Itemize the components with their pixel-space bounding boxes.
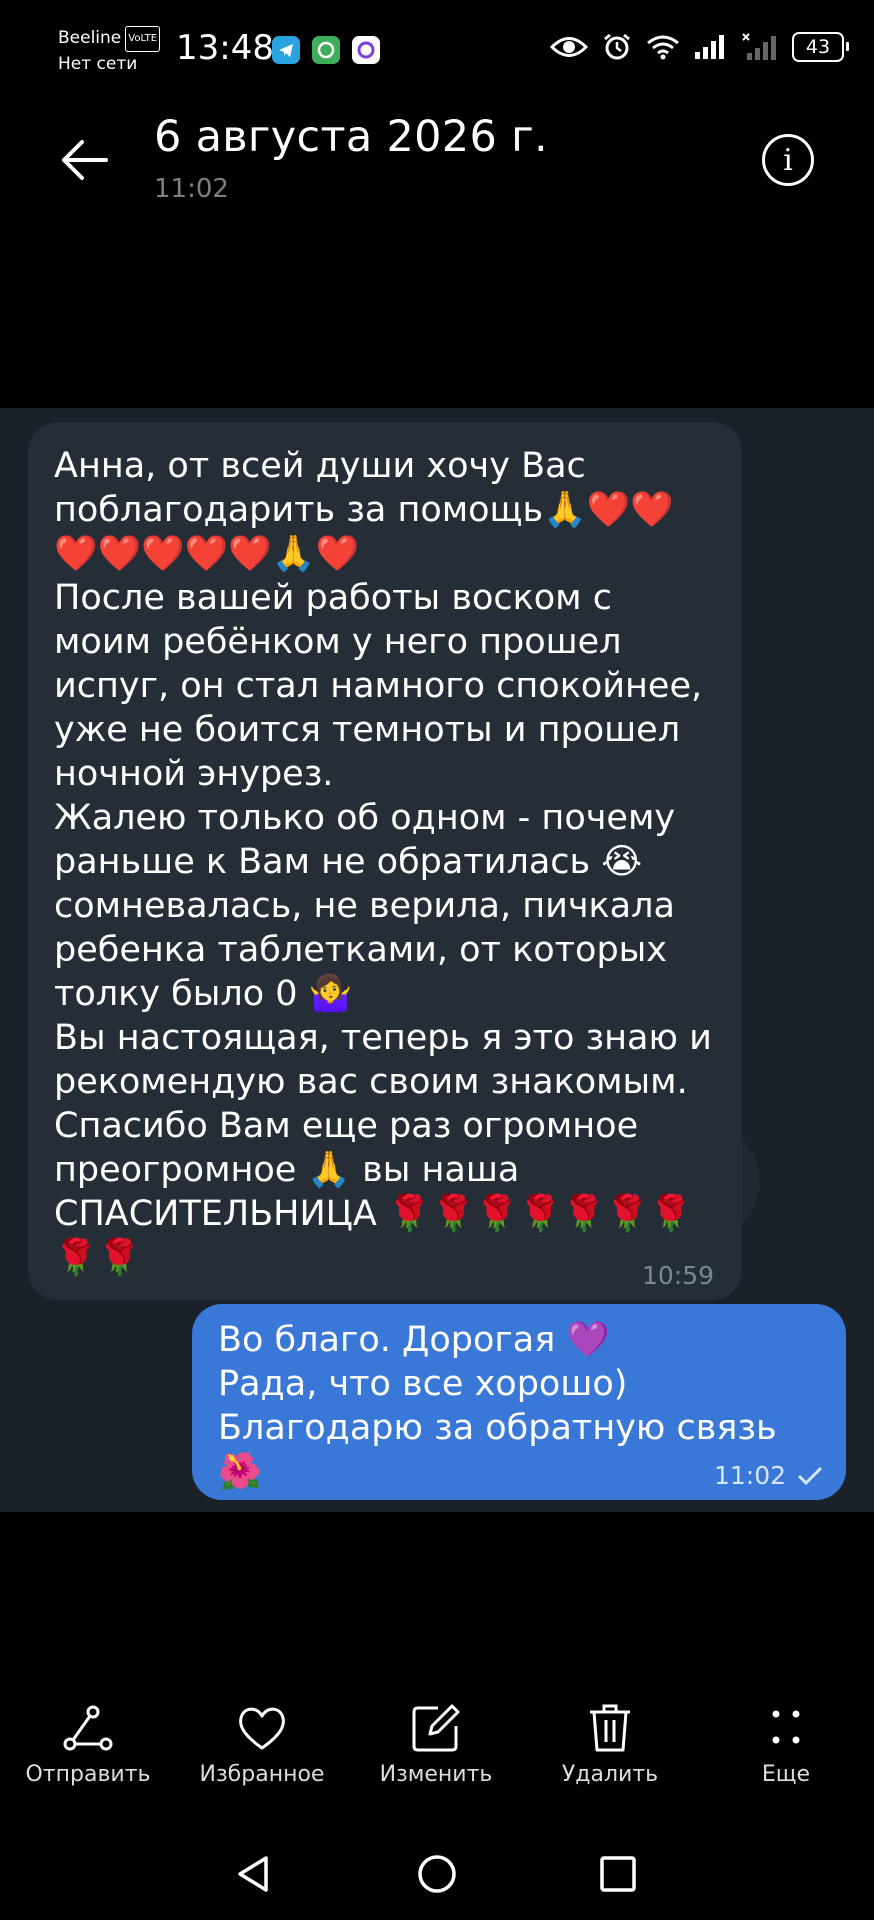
status-bar: Beeline VoLTE Нет сети 13:48 43 (0, 0, 874, 100)
network-status: Нет сети (58, 54, 138, 74)
page-title: 6 августа 2026 г. (154, 112, 548, 162)
more-button[interactable]: Еще (706, 1700, 866, 1787)
status-time: 13:48 (176, 28, 274, 68)
delete-button[interactable]: Удалить (530, 1700, 690, 1787)
incoming-message-time: 10:59 (641, 1261, 714, 1290)
whatsapp-like-icon (312, 36, 340, 64)
back-button[interactable] (56, 130, 116, 190)
share-icon (63, 1705, 113, 1751)
carrier-name: Beeline (58, 28, 122, 48)
incoming-message-text: Анна, от всей души хочу Вас поблагодарит… (54, 446, 712, 1278)
message-header: 6 августа 2026 г. 11:02 i (0, 100, 874, 220)
outgoing-message: Во благо. Дорогая 💜 Рада, что все хорошо… (192, 1304, 846, 1500)
eye-icon (550, 37, 588, 57)
nav-recents-button[interactable] (596, 1852, 640, 1896)
check-icon (797, 1466, 823, 1485)
more-label: Еще (761, 1762, 811, 1787)
triangle-back-icon (238, 1856, 268, 1892)
nav-back-button[interactable] (232, 1852, 276, 1896)
telegram-icon (272, 36, 300, 64)
carrier-info: Beeline VoLTE Нет сети (58, 26, 161, 76)
chat-image: Анна, от всей души хочу Вас поблагодарит… (0, 408, 874, 1512)
arrow-left-icon (62, 140, 108, 180)
nav-home-button[interactable] (415, 1852, 459, 1896)
trash-icon (590, 1704, 630, 1752)
system-nav-bar (0, 1838, 874, 1908)
action-bar: Отправить Избранное Изменить Удалить Еще (0, 1700, 874, 1810)
alarm-icon (604, 33, 630, 60)
page-subtitle: 11:02 (154, 174, 229, 204)
wifi-icon (647, 35, 679, 60)
edit-button[interactable]: Изменить (356, 1700, 516, 1787)
volte-badge: VoLTE (125, 26, 161, 52)
app-icon (352, 36, 380, 64)
delete-label: Удалить (561, 1762, 659, 1787)
circle-home-icon (418, 1855, 456, 1893)
status-icons: 43 (550, 32, 849, 62)
signal-icon (695, 35, 724, 59)
favorite-label: Избранное (199, 1762, 325, 1787)
battery-level: 43 (805, 36, 831, 58)
outgoing-message-time: 11:02 (713, 1461, 786, 1490)
share-button[interactable]: Отправить (8, 1700, 168, 1787)
incoming-message: Анна, от всей души хочу Вас поблагодарит… (28, 422, 742, 1300)
info-icon: i (783, 142, 793, 178)
heart-icon (239, 1707, 285, 1750)
signal-off-icon (742, 33, 776, 60)
info-button[interactable]: i (762, 134, 814, 186)
share-label: Отправить (25, 1762, 151, 1787)
edit-icon (412, 1704, 460, 1752)
battery-icon: 43 (792, 32, 849, 62)
favorite-button[interactable]: Избранное (182, 1700, 342, 1787)
square-recents-icon (600, 1856, 636, 1892)
edit-label: Изменить (379, 1762, 493, 1787)
more-icon (772, 1710, 800, 1744)
outgoing-message-meta: 11:02 (714, 1461, 824, 1490)
